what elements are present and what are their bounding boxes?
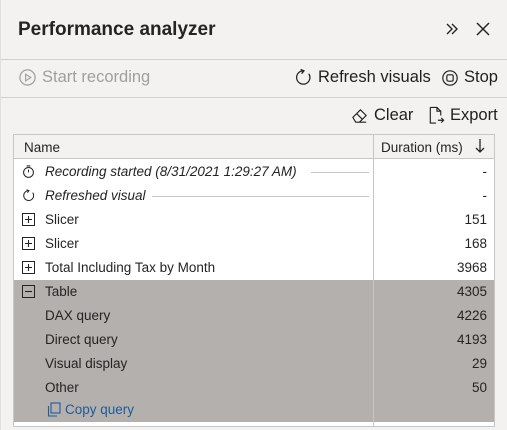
expand-plus-icon[interactable] [22,261,35,274]
row-duration: 4305 [456,284,487,299]
row-duration: 29 [471,356,487,371]
clear-button[interactable]: Clear [350,106,413,125]
toolbar-divider [1,97,507,98]
table-row-child[interactable]: DAX query 4226 [14,304,494,328]
export-label: Export [450,106,498,124]
grid-header: Name Duration (ms) [14,135,494,159]
row-name: DAX query [45,308,111,323]
row-duration: 168 [464,236,487,251]
row-duration: - [482,164,488,179]
stop-label: Stop [464,68,498,86]
table-row[interactable]: Slicer 151 [14,208,494,232]
stop-icon [442,69,458,86]
table-row-child[interactable]: Other 50 [14,376,494,400]
performance-analyzer-pane: Performance analyzer Start recording Ref… [0,0,507,430]
export-button[interactable]: Export [427,106,498,125]
row-name: Direct query [45,332,118,347]
refresh-visuals-button[interactable]: Refresh visuals [294,68,431,87]
copy-query-label: Copy query [65,402,135,417]
copy-icon [47,402,61,417]
row-duration: 3968 [456,260,487,275]
row-leader-line [152,196,369,197]
close-icon[interactable] [472,18,494,40]
clear-label: Clear [374,106,414,124]
copy-query-row: Copy query [14,400,494,422]
record-icon [19,69,36,86]
refresh-icon [23,189,35,202]
row-duration: - [482,188,488,203]
row-name: Total Including Tax by Month [45,260,216,275]
pane-title: Performance analyzer [18,19,216,40]
column-separator [373,135,374,426]
refresh-visuals-label: Refresh visuals [318,68,431,86]
table-row-child[interactable]: Direct query 4193 [14,328,494,352]
header-divider [1,59,507,60]
row-name: Table [45,284,78,299]
table-row[interactable]: Recording started (8/31/2021 1:29:27 AM)… [14,160,494,184]
row-leader-line [311,172,369,173]
performance-grid: Name Duration (ms) Recording started (8/… [13,134,495,427]
column-header-duration[interactable]: Duration (ms) [381,140,463,155]
sort-descending-icon[interactable] [473,137,487,155]
table-row[interactable]: Refreshed visual - [14,184,494,208]
row-name: Visual display [45,356,128,371]
table-row[interactable]: Total Including Tax by Month 3968 [14,256,494,280]
double-chevron-right-icon[interactable] [441,18,463,40]
collapse-minus-icon[interactable] [22,285,35,298]
row-duration: 151 [464,212,487,227]
refresh-icon [296,68,311,85]
table-row-child[interactable]: Visual display 29 [14,352,494,376]
row-name: Refreshed visual [45,188,146,203]
timer-icon [23,165,34,178]
row-name: Slicer [45,236,79,251]
stop-button[interactable]: Stop [441,68,498,87]
table-row[interactable]: Slicer 168 [14,232,494,256]
row-duration: 4193 [456,332,487,347]
row-duration: 50 [471,380,487,395]
row-name: Slicer [45,212,79,227]
copy-query-link[interactable]: Copy query [47,402,134,417]
export-icon [429,106,445,124]
expand-plus-icon[interactable] [22,237,35,250]
start-recording-label: Start recording [42,68,151,86]
row-name: Other [45,380,79,395]
eraser-icon [352,108,367,123]
table-row-selected[interactable]: Table 4305 [14,280,494,304]
row-name: Recording started (8/31/2021 1:29:27 AM) [45,164,297,179]
row-duration: 4226 [456,308,487,323]
column-header-name[interactable]: Name [24,140,60,155]
start-recording-button[interactable]: Start recording [18,68,150,87]
expand-plus-icon[interactable] [22,213,35,226]
